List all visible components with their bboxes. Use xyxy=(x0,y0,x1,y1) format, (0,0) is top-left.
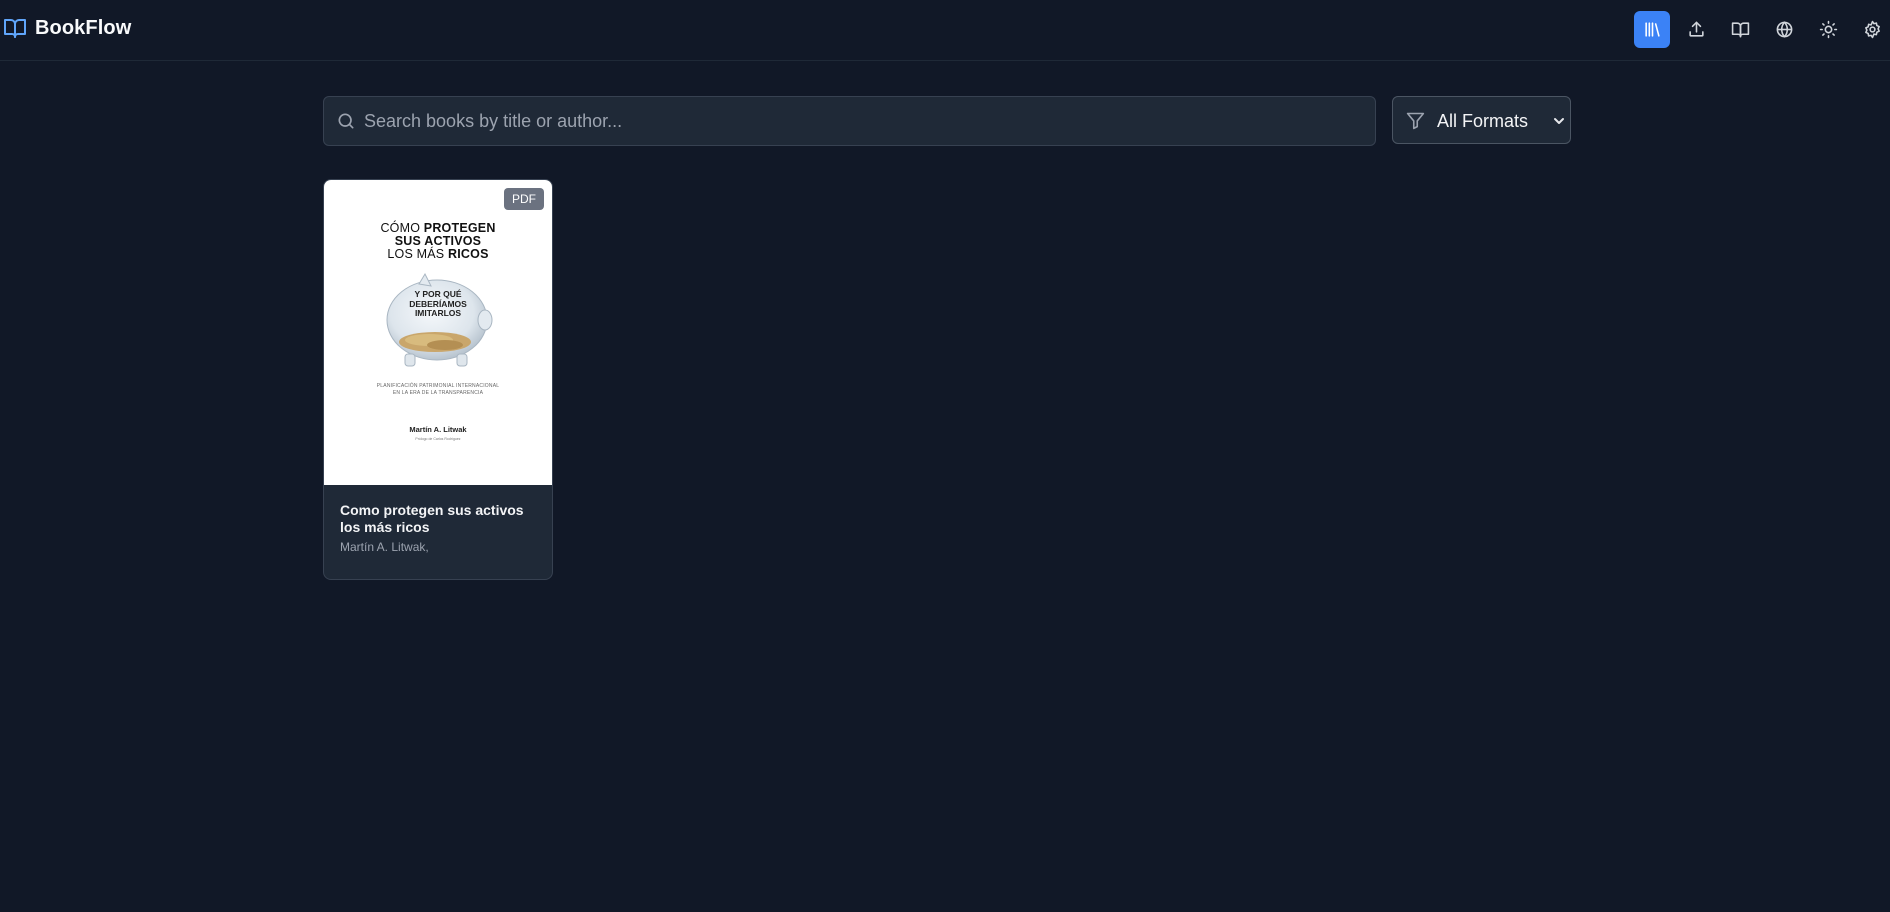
format-filter-value: All Formats xyxy=(1437,111,1529,131)
cover-author: Martín A. Litwak xyxy=(409,425,467,434)
settings-button[interactable] xyxy=(1854,11,1890,48)
gear-icon xyxy=(1864,20,1880,39)
top-nav xyxy=(1634,11,1890,48)
sun-icon xyxy=(1819,20,1837,39)
search-icon xyxy=(338,113,354,129)
book-cover: PDF CÓMO PROTEGEN SUS ACTIVOS LOS MÁS RI… xyxy=(324,180,552,485)
globe-icon xyxy=(1776,21,1792,38)
language-button[interactable] xyxy=(1766,11,1802,48)
format-filter-select[interactable]: All Formats xyxy=(1392,96,1571,144)
app-title: BookFlow xyxy=(35,16,132,39)
library-button[interactable] xyxy=(1634,11,1670,48)
upload-icon xyxy=(1688,21,1704,37)
cover-author-sub: Prólogo de Carlos Rodríguez xyxy=(415,437,461,441)
library-icon xyxy=(1644,22,1660,37)
upload-button[interactable] xyxy=(1678,11,1714,48)
book-author: Martín A. Litwak, xyxy=(340,540,429,554)
book-card[interactable]: PDF CÓMO PROTEGEN SUS ACTIVOS LOS MÁS RI… xyxy=(323,179,553,580)
format-badge: PDF xyxy=(504,188,544,210)
chevron-down-icon xyxy=(1554,118,1564,124)
open-book-icon xyxy=(1731,22,1749,38)
cover-subtitle: Y POR QUÉ DEBERÍAMOS IMITARLOS xyxy=(409,289,467,318)
piggy-bank-image xyxy=(386,272,493,367)
book-title: Como protegen sus activos los más ricos xyxy=(340,502,524,535)
theme-toggle-button[interactable] xyxy=(1810,11,1846,48)
cover-title: CÓMO PROTEGEN SUS ACTIVOS LOS MÁS RICOS xyxy=(380,221,496,261)
reader-button[interactable] xyxy=(1722,11,1758,48)
search-input[interactable] xyxy=(364,97,1364,145)
top-bar: BookFlow xyxy=(0,0,1890,61)
brand[interactable]: BookFlow xyxy=(3,16,131,40)
cover-tagline: PLANIFICACIÓN PATRIMONIAL INTERNACIONAL … xyxy=(376,383,500,396)
filter-icon xyxy=(1406,112,1425,130)
book-logo-icon xyxy=(4,19,26,38)
search-bar xyxy=(323,96,1376,146)
